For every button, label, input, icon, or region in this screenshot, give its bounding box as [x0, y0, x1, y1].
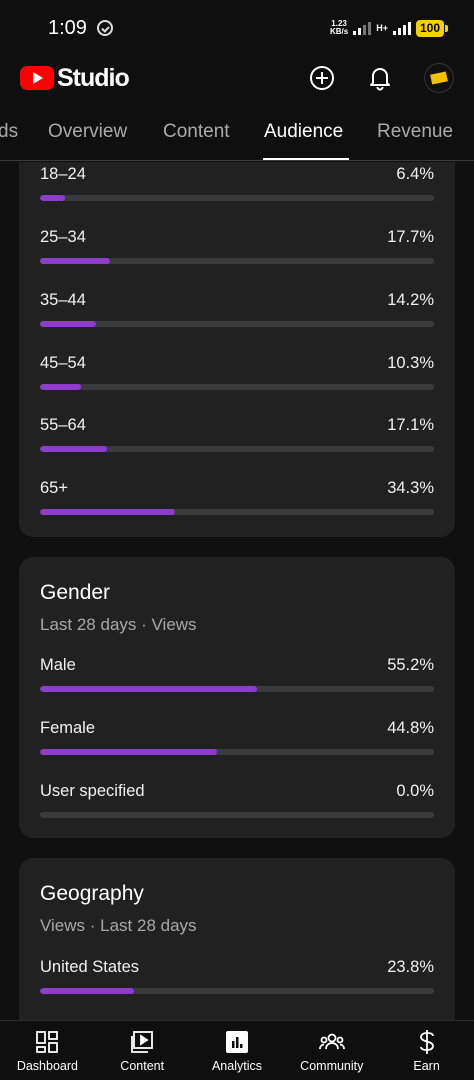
content-icon [129, 1029, 155, 1055]
age-bar-fill [40, 446, 108, 452]
nav-analytics[interactable]: Analytics [190, 1021, 285, 1080]
nav-community[interactable]: Community [284, 1021, 379, 1080]
age-row-label: 35–44 [40, 291, 86, 309]
age-bar-track [40, 384, 434, 390]
gender-row-value: 55.2% [387, 656, 434, 674]
youtube-logo-icon [20, 66, 54, 90]
gender-subtitle: Last 28 days · Views [40, 615, 197, 634]
age-bar-fill [40, 321, 96, 327]
age-row-value: 14.2% [387, 291, 434, 309]
nav-label: Earn [413, 1059, 440, 1073]
bell-icon[interactable] [366, 64, 394, 92]
dashboard-icon [34, 1029, 60, 1055]
age-row-value: 10.3% [387, 354, 434, 372]
age-bar-fill [40, 258, 110, 264]
brand-title: Studio [57, 63, 130, 92]
geography-row-label: United States [40, 958, 140, 976]
add-icon[interactable] [308, 64, 336, 92]
gender-bar-fill [40, 686, 258, 692]
geography-card: Geography Views · Last 28 days United St… [19, 858, 455, 1020]
age-row-value: 17.7% [387, 228, 434, 246]
age-bar-track [40, 321, 434, 327]
app-actions [308, 63, 454, 93]
gender-bar-fill [40, 749, 217, 755]
gender-bar-track [40, 749, 434, 755]
age-bar-track [40, 195, 434, 201]
tab-revenue[interactable]: Revenue [377, 121, 453, 143]
status-icons: 1.23 KB/s H+ 100 [330, 19, 449, 37]
gender-row-value: 0.0% [396, 782, 434, 800]
age-bar-track [40, 258, 434, 264]
tab-overview[interactable]: Overview [48, 121, 127, 143]
tab-content[interactable]: Content [163, 121, 230, 143]
avatar-image [430, 71, 448, 85]
age-row-value: 6.4% [396, 165, 434, 183]
status-time: 1:09 [48, 16, 87, 39]
gender-row-label: Male [40, 656, 76, 674]
gender-row-value: 44.8% [387, 719, 434, 737]
whatsapp-notification-icon [96, 20, 113, 36]
geography-title: Geography [40, 882, 144, 905]
analytics-icon [224, 1029, 250, 1055]
gender-card: Gender Last 28 days · Views Male 55.2% F… [19, 557, 455, 838]
tab-audience[interactable]: Audience [264, 121, 343, 143]
earn-icon [414, 1029, 440, 1055]
network-speed: 1.23 KB/s [330, 20, 348, 36]
age-row-label: 65+ [40, 479, 68, 497]
age-row-value: 34.3% [387, 479, 434, 497]
gender-bar-track [40, 686, 434, 692]
age-row-label: 25–34 [40, 228, 86, 246]
community-icon [318, 1029, 345, 1055]
nav-dashboard[interactable]: Dashboard [0, 1021, 95, 1080]
nav-earn[interactable]: Earn [379, 1021, 474, 1080]
bottom-nav: Dashboard Content Analytics Community Ea… [0, 1020, 474, 1080]
active-tab-indicator [263, 158, 349, 160]
geography-bar-fill [40, 988, 134, 994]
status-bar: 1:09 1.23 KB/s H+ 100 [0, 0, 474, 56]
age-bar-track [40, 446, 434, 452]
battery-indicator: 100 [415, 19, 449, 37]
geography-bar-track [40, 988, 434, 994]
gender-bar-track [40, 812, 434, 818]
age-bar-track [40, 509, 434, 515]
tab-bar: ds Overview Content Audience Revenue [0, 104, 474, 161]
app-bar: Studio [0, 56, 474, 100]
signal-icon [353, 21, 372, 35]
age-row-value: 17.1% [387, 416, 434, 434]
avatar[interactable] [424, 63, 454, 93]
gender-row-label: User specified [40, 782, 145, 800]
nav-content[interactable]: Content [95, 1021, 190, 1080]
geography-row-value: 23.8% [387, 958, 434, 976]
age-bar-fill [40, 509, 176, 515]
age-row-label: 45–54 [40, 354, 86, 372]
age-bar-fill [40, 384, 81, 390]
age-row-label: 55–64 [40, 416, 86, 434]
nav-label: Analytics [211, 1059, 262, 1073]
age-row-label: 18–24 [40, 165, 86, 183]
geography-subtitle: Views · Last 28 days [40, 916, 197, 935]
gender-title: Gender [40, 581, 111, 604]
tab-leads[interactable]: ds [0, 121, 18, 143]
gender-row-label: Female [40, 719, 96, 737]
age-bar-fill [40, 195, 66, 201]
nav-label: Dashboard [16, 1059, 78, 1073]
nav-label: Community [300, 1059, 364, 1073]
signal-icon [392, 21, 411, 35]
audience-content[interactable]: 18–24 6.4% 25–34 17.7% 35–44 14.2% 45–54… [0, 162, 474, 1020]
network-speed-unit: KB/s [329, 27, 349, 36]
age-card: 18–24 6.4% 25–34 17.7% 35–44 14.2% 45–54… [19, 162, 455, 537]
nav-label: Content [120, 1059, 165, 1073]
network-type: H+ [376, 23, 388, 33]
